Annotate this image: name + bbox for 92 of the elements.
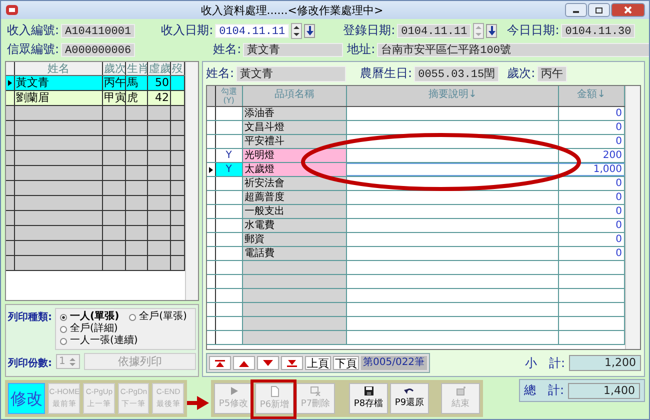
down-arrow-button[interactable] [486, 24, 498, 38]
table-cell: 祈安法會 [242, 177, 348, 190]
table-cell: 50 [148, 76, 171, 90]
last-icon [286, 360, 298, 366]
table-cell: 文昌斗燈 [242, 121, 348, 134]
table-row[interactable]: 超薦普度 0 [207, 191, 625, 205]
save-button[interactable]: P8存檔 [349, 382, 388, 414]
total-field: 1,400 [568, 382, 640, 398]
table-row[interactable]: 電話費 0 [207, 247, 625, 261]
field-label: 歲次: [507, 65, 536, 82]
field-label: 今日日期: [507, 22, 560, 39]
play-icon [228, 386, 238, 396]
close-button[interactable] [611, 3, 645, 17]
window-title: 收入資料處理......<修改作業處理中> [200, 2, 384, 18]
undo-icon [404, 387, 415, 395]
subtotal-field: 1,200 [569, 355, 641, 371]
radio-option[interactable]: 一人(單張) [60, 311, 124, 323]
table-cell: 添油香 [242, 107, 348, 120]
delete-icon [310, 386, 321, 396]
table-cell: 虎 [126, 91, 148, 105]
next-button[interactable] [257, 356, 279, 370]
door-icon [456, 386, 466, 396]
record-counter: 第005/022筆 [361, 356, 427, 370]
table-cell: 平安禮斗 [242, 135, 348, 148]
document-icon [270, 386, 280, 396]
print-type-label: 列印種類: [8, 310, 52, 324]
table-row[interactable]: 水電費 0 [207, 219, 625, 233]
table-cell: 甲寅 [103, 91, 126, 105]
table-cell: 光明燈 [242, 149, 348, 162]
copies-label: 列印份數: [8, 356, 52, 370]
radio-option[interactable]: 全戶(詳細) [60, 323, 191, 335]
highlight-frame [250, 380, 296, 419]
radio-option[interactable]: 一人一張(連續) [60, 335, 191, 347]
table-cell: 太歲燈 [242, 163, 348, 176]
page-button[interactable]: 下頁 [333, 356, 359, 370]
scrollbar[interactable] [185, 62, 198, 300]
annotation-arrow [187, 396, 209, 410]
table-cell: 1,000 [558, 163, 625, 176]
app-icon [5, 4, 19, 16]
table-row[interactable]: 平安禮斗 0 [207, 135, 625, 149]
table-cell: Y [216, 163, 243, 176]
field-label: 登錄日期: [343, 22, 396, 39]
field-label: 信眾編號: [7, 41, 60, 58]
scrollbar[interactable] [625, 86, 640, 349]
table-row[interactable]: 文昌斗燈 0 [207, 121, 625, 135]
table-cell: 黃文青 [15, 76, 103, 90]
down-arrow-button[interactable] [304, 24, 316, 38]
undo-button[interactable]: P9還原 [390, 382, 429, 414]
down-triangle-icon [262, 360, 274, 366]
mode-indicator: 修改 [8, 382, 46, 414]
spinner-icon[interactable] [291, 22, 302, 38]
page-button[interactable]: 上頁 [305, 356, 331, 370]
table-cell: 水電費 [242, 219, 348, 232]
table-row[interactable]: 劉蘭眉 甲寅 虎 42 [6, 91, 185, 106]
table-cell: 電話費 [242, 247, 348, 260]
table-row[interactable]: 一般支出 0 [207, 205, 625, 219]
maximize-icon [595, 6, 603, 14]
table-cell: 郵資 [242, 233, 348, 246]
date-field: 0104.11.11 [397, 24, 472, 38]
field-label: 姓名: [213, 41, 242, 58]
column-header: 生肖 [126, 62, 148, 75]
table-cell: 42 [148, 91, 171, 105]
table-row[interactable]: 添油香 0 [207, 107, 625, 121]
table-cell: 馬 [126, 76, 148, 90]
address-field: 台南市安平區仁平路100號 [377, 42, 649, 56]
total-label: 總 計: [524, 382, 564, 399]
field-label: 地址: [347, 41, 376, 58]
first-icon [214, 360, 226, 366]
last-record-button[interactable] [281, 356, 303, 370]
minimize-button[interactable] [565, 3, 587, 17]
table-cell: 超薦普度 [242, 191, 348, 204]
table-cell: 劉蘭眉 [15, 91, 103, 105]
table-row[interactable]: 祈安法會 0 [207, 177, 625, 191]
field-label: 收入編號: [7, 22, 60, 39]
date-field[interactable]: 0104.11.11 [215, 24, 290, 38]
radio-option[interactable]: 全戶(單張) [129, 311, 191, 323]
table-row[interactable]: Y 太歲燈 1,000 [207, 163, 625, 177]
table-cell: 一般支出 [242, 205, 348, 218]
field-label: 收入日期: [161, 22, 214, 39]
table-row[interactable]: 郵資 0 [207, 233, 625, 247]
subtotal-label: 小 計: [524, 354, 565, 372]
field-label: 農曆生日: [360, 65, 412, 82]
first-record-button[interactable] [209, 356, 231, 370]
maximize-button[interactable] [588, 3, 610, 17]
previous-button[interactable] [233, 356, 255, 370]
field-label: 姓名: [206, 65, 234, 82]
table-row[interactable]: Y 光明燈 200 [207, 149, 625, 163]
close-icon [624, 6, 632, 14]
row-pointer-icon [209, 166, 213, 172]
column-header: 姓名 [15, 62, 103, 75]
row-pointer-icon [8, 80, 12, 86]
up-triangle-icon [238, 360, 250, 366]
